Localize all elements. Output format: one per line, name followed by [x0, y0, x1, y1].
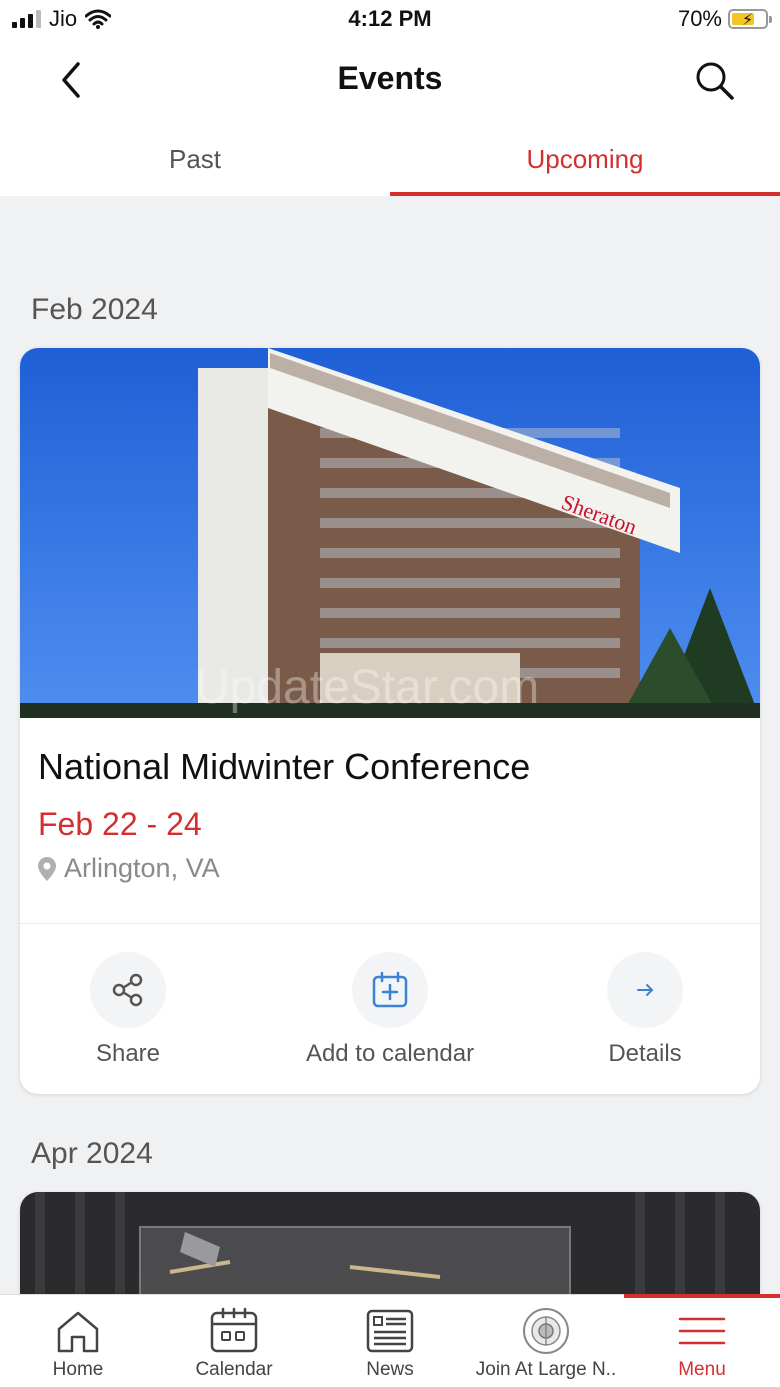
battery-percent: 70%: [677, 6, 722, 31]
status-bar: Jio 4:12 PM 70% ⚡: [0, 0, 780, 40]
month-header: Feb 2024: [31, 293, 158, 326]
nav-news[interactable]: News: [312, 1295, 468, 1387]
tab-upcoming[interactable]: Upcoming: [390, 120, 780, 196]
event-location-text: Arlington, VA: [64, 853, 220, 883]
event-info: National Midwinter Conference Feb 22 - 2…: [20, 718, 760, 924]
add-to-calendar-label: Add to calendar: [305, 1040, 475, 1067]
event-tabs: Past Upcoming: [0, 120, 780, 196]
battery-icon: ⚡: [728, 9, 772, 29]
location-pin-icon: [38, 856, 56, 881]
bottom-nav: Home Calendar News Join At Large N.. Men…: [0, 1294, 780, 1387]
emblem-icon: [523, 1308, 569, 1354]
month-header: Apr 2024: [31, 1137, 153, 1170]
search-icon[interactable]: [692, 58, 736, 102]
event-location: Arlington, VA: [38, 853, 742, 884]
calendar-add-icon: [372, 971, 408, 1008]
nav-menu[interactable]: Menu: [624, 1294, 780, 1387]
details-label: Details: [608, 1040, 682, 1067]
details-button[interactable]: Details: [525, 952, 760, 1068]
calendar-icon: [210, 1307, 258, 1353]
nav-join[interactable]: Join At Large N..: [468, 1295, 624, 1387]
battery-group: 70% ⚡: [677, 6, 772, 32]
tab-past[interactable]: Past: [0, 120, 390, 196]
home-icon: [57, 1311, 99, 1353]
event-date: Feb 22 - 24: [38, 806, 202, 842]
clock: 4:12 PM: [348, 6, 432, 31]
share-icon: [112, 973, 143, 1007]
add-to-calendar-button[interactable]: Add to calendar: [270, 952, 510, 1068]
share-button[interactable]: Share: [20, 952, 248, 1068]
page-title: Events: [337, 60, 443, 96]
event-card[interactable]: Sheraton UpdateStar.com National Midwint…: [20, 348, 760, 1094]
hamburger-menu-icon: [678, 1317, 726, 1345]
nav-home[interactable]: Home: [0, 1295, 156, 1387]
news-icon: [366, 1309, 414, 1353]
event-image: Sheraton UpdateStar.com: [20, 348, 760, 718]
watermark-text: UpdateStar.com: [195, 661, 539, 714]
event-title: National Midwinter Conference: [38, 746, 531, 787]
nav-home-label: Home: [52, 1359, 104, 1380]
nav-menu-label: Menu: [678, 1359, 726, 1380]
nav-calendar-label: Calendar: [195, 1359, 273, 1380]
nav-join-label: Join At Large N..: [475, 1359, 617, 1380]
nav-calendar[interactable]: Calendar: [156, 1295, 312, 1387]
event-actions: Share Add to calendar Details: [20, 924, 760, 1094]
nav-header: Events: [0, 40, 780, 120]
share-label: Share: [95, 1040, 161, 1067]
nav-news-label: News: [366, 1359, 414, 1380]
arrow-right-icon: [637, 984, 653, 996]
